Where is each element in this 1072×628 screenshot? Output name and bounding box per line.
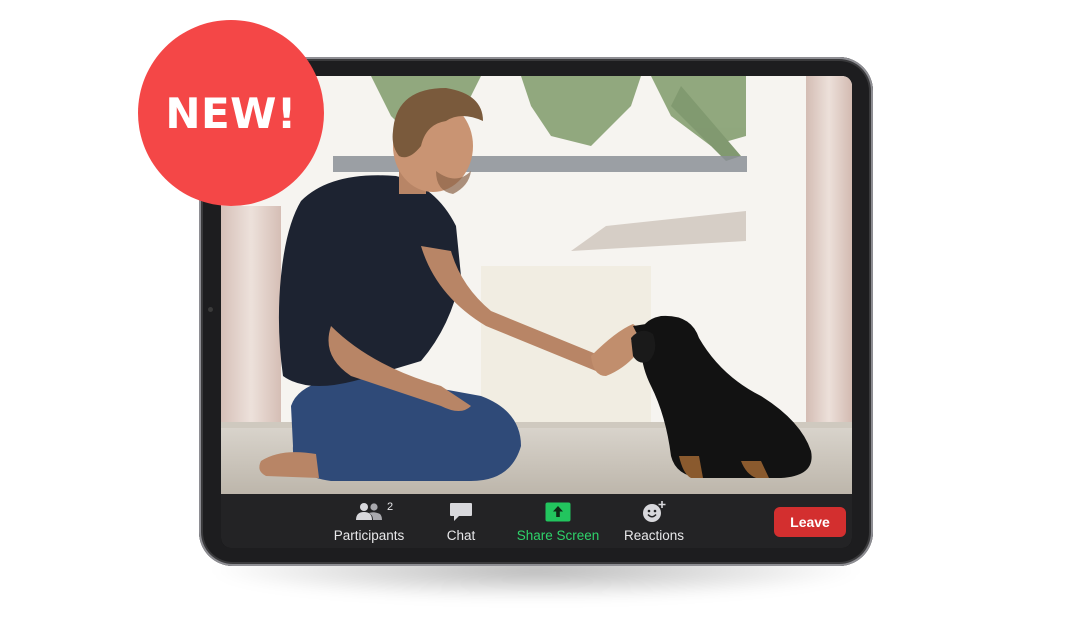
reactions-icon	[641, 501, 667, 523]
leave-button[interactable]: Leave	[774, 507, 846, 537]
new-badge: NEW!	[138, 20, 324, 206]
participants-count: 2	[387, 501, 394, 513]
participants-icon: 2	[355, 501, 393, 523]
participants-button[interactable]: 2 Participants	[331, 501, 407, 545]
meeting-toolbar: 2 Participants Chat Share Screen Reactio…	[221, 494, 852, 548]
chat-label: Chat	[446, 528, 476, 543]
camera-dot	[208, 307, 213, 312]
share-screen-icon	[545, 501, 571, 523]
reactions-label: Reactions	[623, 528, 685, 543]
chat-button[interactable]: Chat	[441, 501, 481, 545]
participants-label: Participants	[333, 528, 405, 543]
share-screen-button[interactable]: Share Screen	[513, 501, 603, 545]
reactions-button[interactable]: Reactions	[621, 501, 687, 545]
share-screen-label: Share Screen	[516, 528, 600, 543]
chat-icon	[449, 501, 473, 523]
